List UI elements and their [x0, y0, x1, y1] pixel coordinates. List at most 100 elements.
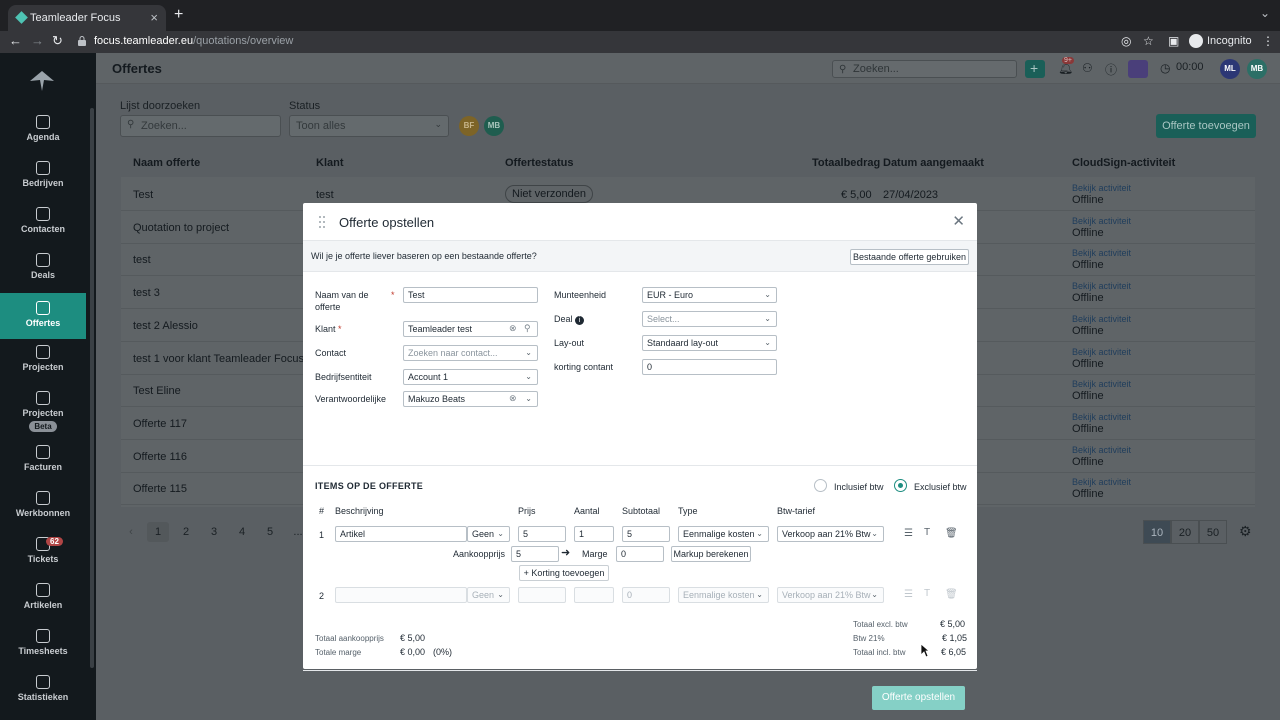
view-activity-link[interactable]: Bekijk activiteit: [1072, 347, 1131, 357]
text-format-icon[interactable]: T: [924, 527, 930, 538]
sidebar-item-artikelen[interactable]: Artikelen: [0, 583, 86, 629]
sidebar-item-agenda[interactable]: Agenda: [0, 115, 86, 161]
line1-subtotal-input[interactable]: 5: [622, 526, 670, 542]
timer-value[interactable]: 00:00: [1176, 61, 1204, 73]
close-icon[interactable]: ✕: [952, 212, 965, 230]
search-icon[interactable]: ⚲: [524, 323, 531, 334]
global-search-input[interactable]: ⚲ Zoeken...: [832, 60, 1017, 78]
help-icon[interactable]: ⓘ: [1105, 61, 1117, 78]
reload-icon[interactable]: ↻: [52, 33, 63, 49]
sidebar-item-tickets[interactable]: Tickets 62: [0, 537, 86, 583]
page-2-button[interactable]: 2: [175, 522, 197, 542]
browser-tab[interactable]: Teamleader Focus ×: [8, 5, 166, 31]
prev-page-icon[interactable]: ‹: [120, 522, 142, 542]
deal-select[interactable]: Select... ⌄: [642, 311, 777, 327]
line2-qty-input[interactable]: [574, 587, 614, 603]
sidebar-item-contacten[interactable]: Contacten: [0, 207, 86, 253]
tracking-protection-icon[interactable]: ◎: [1121, 34, 1131, 48]
tab-search-chevron-icon[interactable]: ⌄: [1260, 6, 1270, 20]
view-activity-link[interactable]: Bekijk activiteit: [1072, 445, 1131, 455]
company-avatar[interactable]: ML: [1220, 59, 1240, 79]
col-header-date[interactable]: Datum aangemaakt: [883, 157, 984, 169]
site-info-icon[interactable]: [78, 36, 86, 46]
page-4-button[interactable]: 4: [231, 522, 253, 542]
currency-select[interactable]: EUR - Euro ⌄: [642, 287, 777, 303]
line2-description-input[interactable]: [335, 587, 467, 603]
margin-input[interactable]: 0: [616, 546, 664, 562]
list-search-input[interactable]: ⚲ Zoeken...: [120, 115, 281, 137]
view-activity-link[interactable]: Bekijk activiteit: [1072, 314, 1131, 324]
line2-vat-select[interactable]: Verkoop aan 21% Btw ⌄: [777, 587, 884, 603]
incl-vat-radio[interactable]: [814, 479, 827, 492]
drag-handle-icon[interactable]: [318, 215, 326, 229]
teamleader-logo[interactable]: [30, 71, 54, 91]
line1-qty-input[interactable]: 1: [574, 526, 614, 542]
col-header-status[interactable]: Offertestatus: [505, 157, 573, 169]
status-select[interactable]: Toon alles ⌄: [289, 115, 449, 137]
text-align-icon[interactable]: ☰: [904, 589, 913, 600]
sidebar-item-werkbonnen[interactable]: Werkbonnen: [0, 491, 86, 537]
view-activity-link[interactable]: Bekijk activiteit: [1072, 248, 1131, 258]
view-activity-link[interactable]: Bekijk activiteit: [1072, 281, 1131, 291]
line2-unit-select[interactable]: Geen ⌄: [467, 587, 510, 603]
view-activity-link[interactable]: Bekijk activiteit: [1072, 216, 1131, 226]
user-avatar[interactable]: MB: [1247, 59, 1267, 79]
per-page-20-button[interactable]: 20: [1171, 520, 1199, 544]
timer-icon[interactable]: ◷: [1160, 61, 1170, 75]
sidebar-item-projecten[interactable]: Projecten: [0, 345, 86, 391]
line2-price-input[interactable]: [518, 587, 566, 603]
add-quotation-button[interactable]: Offerte toevoegen: [1156, 114, 1256, 138]
page-3-button[interactable]: 3: [203, 522, 225, 542]
add-discount-button[interactable]: + Korting toevoegen: [519, 565, 609, 581]
layout-select[interactable]: Standaard lay-out ⌄: [642, 335, 777, 351]
sidebar-item-bedrijven[interactable]: Bedrijven: [0, 161, 86, 207]
col-header-cloudsign[interactable]: CloudSign-activiteit: [1072, 157, 1175, 169]
page-5-button[interactable]: 5: [259, 522, 281, 542]
gift-icon[interactable]: [1128, 60, 1148, 78]
purchase-price-input[interactable]: 5: [511, 546, 559, 562]
line1-price-input[interactable]: 5: [518, 526, 566, 542]
text-align-icon[interactable]: ☰: [904, 528, 913, 539]
line1-vat-select[interactable]: Verkoop aan 21% Btw ⌄: [777, 526, 884, 542]
sidebar-item-statistieken[interactable]: Statistieken: [0, 675, 86, 721]
forward-icon[interactable]: →: [31, 33, 44, 48]
client-input[interactable]: Teamleader test ⊗ ⚲: [403, 321, 538, 337]
create-quotation-button[interactable]: Offerte opstellen: [872, 686, 965, 710]
settings-gear-icon[interactable]: ⚙: [1239, 523, 1252, 540]
sidebar-item-timesheets[interactable]: Timesheets: [0, 629, 86, 675]
url-text[interactable]: focus.teamleader.eu/quotations/overview: [94, 35, 293, 47]
excl-vat-radio[interactable]: [894, 479, 907, 492]
page-1-button[interactable]: 1: [147, 522, 169, 542]
calculate-markup-button[interactable]: Markup berekenen: [671, 546, 751, 562]
sidebar-item-facturen[interactable]: Facturen: [0, 445, 86, 491]
col-header-amount[interactable]: Totaalbedrag: [812, 157, 880, 169]
per-page-50-button[interactable]: 50: [1199, 520, 1227, 544]
cash-discount-input[interactable]: 0: [642, 359, 777, 375]
view-activity-link[interactable]: Bekijk activiteit: [1072, 183, 1131, 193]
use-existing-quotation-button[interactable]: Bestaande offerte gebruiken: [850, 249, 969, 265]
trash-icon[interactable]: 🗑︎: [945, 528, 958, 539]
line1-unit-select[interactable]: Geen ⌄: [467, 526, 510, 542]
new-tab-icon[interactable]: +: [174, 6, 183, 24]
line1-type-select[interactable]: Eenmalige kosten ⌄: [678, 526, 769, 542]
col-header-client[interactable]: Klant: [316, 157, 344, 169]
filter-avatar-bf[interactable]: BF: [459, 116, 479, 136]
clear-icon[interactable]: ⊗: [509, 323, 517, 334]
view-activity-link[interactable]: Bekijk activiteit: [1072, 412, 1131, 422]
view-activity-link[interactable]: Bekijk activiteit: [1072, 477, 1131, 487]
text-format-icon[interactable]: T: [924, 588, 930, 599]
line1-description-input[interactable]: Artikel: [335, 526, 467, 542]
line2-subtotal-input[interactable]: 0: [622, 587, 670, 603]
close-tab-icon[interactable]: ×: [150, 10, 158, 25]
owner-select[interactable]: Makuzo Beats ⊗ ⌄: [403, 391, 538, 407]
trash-icon[interactable]: 🗑︎: [945, 589, 958, 600]
sidebar-item-projecten-beta[interactable]: Projecten Beta: [0, 391, 86, 437]
people-icon[interactable]: ⚇: [1082, 61, 1093, 75]
incognito-indicator[interactable]: Incognito: [1189, 34, 1252, 48]
entity-select[interactable]: Account 1 ⌄: [403, 369, 538, 385]
sidebar-scrollbar[interactable]: [90, 108, 94, 668]
line2-type-select[interactable]: Eenmalige kosten ⌄: [678, 587, 769, 603]
bookmark-star-icon[interactable]: ☆: [1143, 34, 1154, 48]
view-activity-link[interactable]: Bekijk activiteit: [1072, 379, 1131, 389]
sidebar-item-offertes[interactable]: Offertes: [0, 293, 86, 339]
